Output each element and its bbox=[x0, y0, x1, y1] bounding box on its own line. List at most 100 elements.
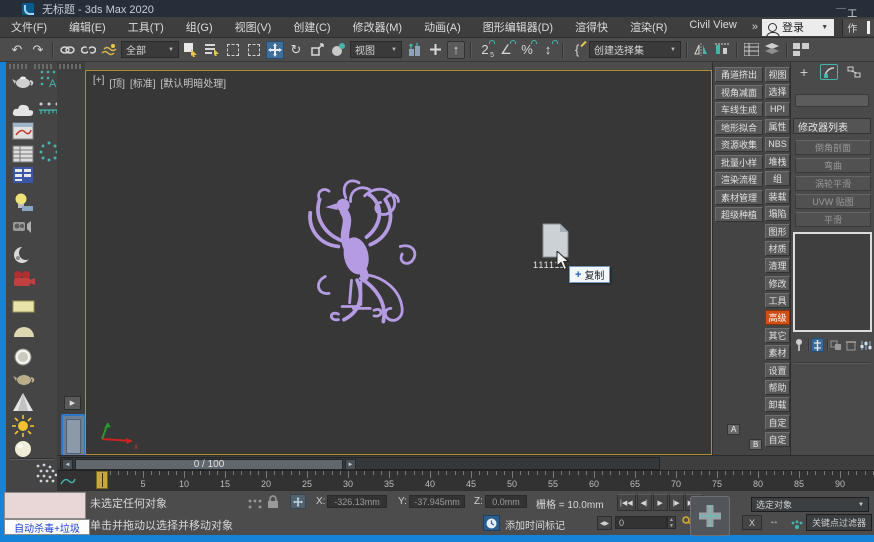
plugin-tab-button[interactable]: 属性 bbox=[765, 119, 790, 135]
layer-explorer-button[interactable] bbox=[763, 41, 781, 59]
viewport-layout-tab-active[interactable] bbox=[61, 414, 86, 459]
antivirus-float-label[interactable]: 自动杀毒+垃圾 bbox=[4, 519, 90, 535]
plugin-tab-button[interactable]: 清理 bbox=[765, 258, 790, 274]
plugin-tab-button[interactable]: 卸载 bbox=[765, 397, 790, 413]
keyboard-shortcut-override-button[interactable]: ↑ bbox=[447, 40, 465, 59]
selection-filter-dropdown[interactable]: 全部 ▼ bbox=[121, 41, 179, 58]
curve-editor-window-icon[interactable] bbox=[12, 122, 34, 144]
add-time-tag-label[interactable]: 添加时间标记 bbox=[505, 517, 565, 532]
modifier-list-dropdown[interactable]: 修改器列表 bbox=[793, 118, 871, 134]
floating-add-button[interactable] bbox=[690, 496, 730, 536]
next-frame-button[interactable]: ► bbox=[345, 459, 356, 470]
select-and-scale-button[interactable] bbox=[308, 41, 326, 59]
plugin-tab-button[interactable]: 组 bbox=[765, 171, 790, 187]
select-and-link-icon[interactable] bbox=[58, 41, 76, 59]
plugin-tab-button[interactable]: 其它 bbox=[765, 327, 790, 343]
time-slider-handle[interactable]: 0 / 100 bbox=[75, 459, 343, 470]
video-camera-icon[interactable] bbox=[12, 270, 35, 292]
current-frame-field[interactable]: 0 bbox=[615, 516, 667, 529]
plugin-button[interactable]: 视角减面 bbox=[715, 84, 763, 100]
sun-light-icon[interactable] bbox=[12, 415, 34, 437]
undo-button[interactable]: ↶ bbox=[8, 41, 26, 59]
plugin-tab-button[interactable]: 塌陷 bbox=[765, 206, 790, 222]
dome-primitive-icon[interactable] bbox=[12, 324, 34, 346]
modifier-button[interactable]: 弯曲 bbox=[795, 158, 871, 173]
menu-item[interactable]: 图形编辑器(D) bbox=[472, 19, 564, 35]
playback-button[interactable]: |▶ bbox=[668, 494, 684, 511]
reference-coordinate-dropdown[interactable]: 视图 ▼ bbox=[350, 41, 402, 58]
named-selection-sets-dropdown[interactable]: 创建选择集 ▼ bbox=[589, 41, 681, 58]
playback-button[interactable]: ▶ bbox=[652, 494, 668, 511]
plugin-tab-button[interactable]: 装载 bbox=[765, 188, 790, 204]
plugin-button[interactable]: 渲染流程 bbox=[715, 172, 763, 187]
snaps-toggle-25-button[interactable]: 25 bbox=[476, 39, 495, 59]
edit-named-selection-sets-button[interactable]: { bbox=[568, 40, 587, 59]
open-mini-curve-editor-icon[interactable] bbox=[60, 474, 76, 486]
minimize-button[interactable]: — bbox=[836, 3, 846, 14]
menu-item[interactable]: 创建(C) bbox=[282, 19, 341, 35]
percent-snap-toggle-button[interactable]: % bbox=[518, 39, 537, 59]
modifier-button[interactable]: UVW 贴图 bbox=[795, 194, 871, 209]
teapot-render-icon[interactable] bbox=[12, 70, 34, 92]
modifier-stack-list[interactable] bbox=[793, 232, 872, 332]
viewport-menu-general[interactable]: [+] bbox=[93, 75, 104, 90]
current-frame-marker[interactable] bbox=[96, 471, 108, 489]
teapot-primitive-icon[interactable] bbox=[12, 370, 35, 392]
menu-item[interactable]: 视图(V) bbox=[224, 19, 283, 35]
login-button[interactable]: 登录 ▼ bbox=[761, 18, 835, 38]
menu-item[interactable]: 渲染(R) bbox=[619, 19, 678, 35]
plugin-button[interactable]: 素材管理 bbox=[715, 189, 763, 205]
tab-create[interactable]: + bbox=[795, 64, 813, 80]
plugin-tab-button[interactable]: 帮助 bbox=[765, 380, 790, 396]
redo-button[interactable]: ↷ bbox=[29, 41, 47, 59]
moon-light-icon[interactable] bbox=[12, 245, 34, 267]
viewport-menu-shading[interactable]: [默认明暗处理] bbox=[161, 75, 227, 90]
tab-motion[interactable] bbox=[870, 64, 874, 80]
lightbulb-icon[interactable] bbox=[12, 192, 34, 214]
badge-b[interactable]: B bbox=[749, 439, 763, 450]
align-button[interactable] bbox=[713, 41, 731, 59]
time-slider-track[interactable]: ◄ 0 / 100 ► bbox=[60, 457, 660, 470]
playback-button[interactable]: ◀| bbox=[636, 494, 652, 511]
login-dropdown-arrow[interactable]: ▼ bbox=[821, 24, 828, 31]
selection-lock-icon[interactable] bbox=[267, 495, 279, 513]
plugin-tab-button[interactable]: 素材 bbox=[765, 345, 790, 361]
modifier-button[interactable]: 涡轮平滑 bbox=[795, 176, 871, 191]
x-coordinate-field[interactable]: -326.13mm bbox=[327, 495, 387, 508]
transform-type-in-toggle[interactable] bbox=[290, 494, 306, 509]
plugin-tab-button[interactable]: 修改 bbox=[765, 275, 790, 291]
pin-stack-icon[interactable] bbox=[793, 338, 805, 352]
viewport-menu-standard[interactable]: [标准] bbox=[130, 75, 156, 90]
previous-frame-button[interactable]: ◄ bbox=[62, 459, 73, 470]
spinner-snap-toggle-button[interactable]: ↕ bbox=[539, 39, 558, 59]
plugin-button[interactable]: 地形拟合 bbox=[715, 119, 763, 135]
select-object-icon[interactable] bbox=[182, 41, 200, 59]
workspace-selector[interactable]: 工作区: bbox=[842, 9, 874, 50]
menu-item[interactable]: 渲得快 bbox=[564, 19, 619, 35]
plugin-tab-button[interactable]: HPI bbox=[765, 101, 790, 117]
plane-primitive-icon[interactable] bbox=[12, 298, 35, 320]
menu-item[interactable]: Civil View bbox=[678, 19, 747, 35]
remove-modifier-icon[interactable] bbox=[845, 338, 857, 352]
plugin-tab-button[interactable]: 材质 bbox=[765, 240, 790, 256]
unlink-selection-icon[interactable] bbox=[79, 41, 97, 59]
tab-modify[interactable] bbox=[820, 64, 838, 80]
plugin-button[interactable]: 甬道挤出 bbox=[715, 67, 763, 82]
select-and-rotate-button[interactable]: ↻ bbox=[287, 41, 305, 59]
select-by-name-icon[interactable] bbox=[203, 41, 221, 59]
plugin-tab-button[interactable]: 自定 bbox=[765, 414, 790, 430]
tab-hierarchy[interactable] bbox=[845, 64, 863, 80]
plugin-tab-button[interactable]: 高级 bbox=[765, 310, 790, 326]
z-coordinate-field[interactable]: 0.0mm bbox=[485, 495, 527, 508]
plugin-tab-button[interactable]: 工具 bbox=[765, 293, 790, 309]
antivirus-float-window[interactable] bbox=[4, 492, 86, 519]
isolate-selection-icon[interactable] bbox=[248, 497, 262, 515]
toolbar-drag-handle[interactable] bbox=[59, 64, 81, 69]
menu-item[interactable]: 修改器(M) bbox=[342, 19, 414, 35]
configure-modifier-sets-icon[interactable] bbox=[860, 338, 872, 352]
use-pivot-point-center-icon[interactable] bbox=[405, 41, 423, 59]
viewport-menu-pov[interactable]: [顶] bbox=[109, 75, 125, 90]
plugin-tab-button[interactable]: 视图 bbox=[765, 67, 790, 82]
close-overlay-button[interactable]: X bbox=[742, 515, 762, 530]
scatter-rain-icon[interactable] bbox=[34, 462, 58, 484]
